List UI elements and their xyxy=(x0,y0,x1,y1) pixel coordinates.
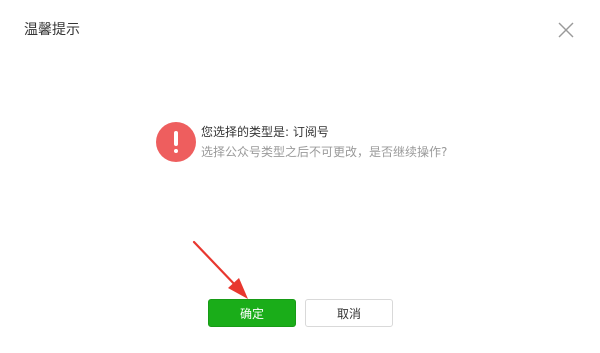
message-sub: 选择公众号类型之后不可更改，是否继续操作? xyxy=(201,145,448,159)
dialog-title: 温馨提示 xyxy=(24,22,80,38)
message-main: 您选择的类型是: 订阅号 xyxy=(201,125,329,139)
cancel-button[interactable]: 取消 xyxy=(305,299,393,327)
annotation-arrow-icon xyxy=(192,240,248,299)
close-icon[interactable] xyxy=(557,21,575,39)
warning-icon xyxy=(156,122,196,162)
dialog-message: 您选择的类型是: 订阅号 选择公众号类型之后不可更改，是否继续操作? xyxy=(156,122,496,166)
confirm-dialog: 温馨提示 您选择的类型是: 订阅号 选择公众号类型之后不可更改，是否继续操作? … xyxy=(0,0,600,353)
confirm-button[interactable]: 确定 xyxy=(208,299,296,327)
